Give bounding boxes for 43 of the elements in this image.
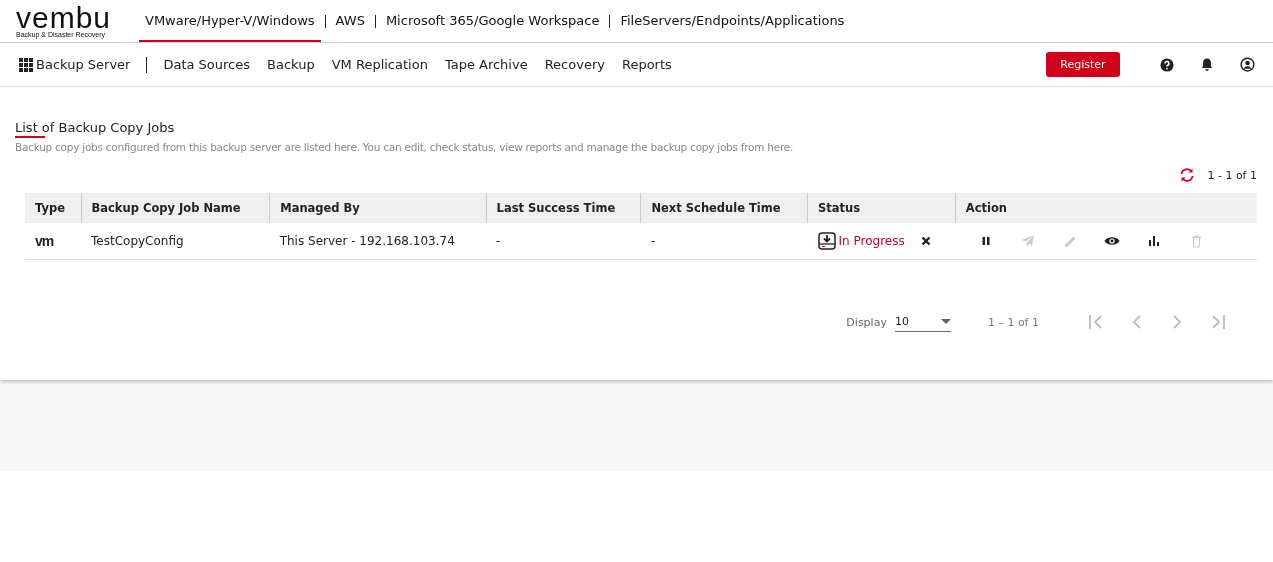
- column-header: Type: [25, 193, 82, 223]
- table-cell: -: [486, 223, 641, 260]
- grid-icon[interactable]: [19, 57, 33, 72]
- refresh-icon[interactable]: [1179, 167, 1196, 183]
- table-cell: This Server - 192.168.103.74: [269, 223, 487, 260]
- column-header: Last Success Time: [486, 193, 641, 223]
- column-header: Managed By: [269, 193, 487, 223]
- status-text: In Progress: [838, 234, 905, 248]
- nav-link[interactable]: Data Sources: [163, 57, 251, 72]
- bar-chart-icon[interactable]: [1148, 236, 1161, 246]
- help-icon[interactable]: [1160, 57, 1174, 72]
- nav-link[interactable]: Reports: [621, 57, 672, 72]
- column-header: Backup Copy Job Name: [81, 193, 270, 223]
- column-header: Status: [807, 193, 956, 223]
- record-range: 1 - 1 of 1: [1207, 168, 1257, 182]
- table-cell: TestCopyConfig: [81, 223, 270, 260]
- logo-wordmark: vembu: [16, 4, 113, 31]
- display-label: Display: [846, 315, 887, 329]
- page-size-select[interactable]: 10: [894, 312, 951, 332]
- page-title: List of Backup Copy Jobs: [15, 120, 175, 138]
- nav-link[interactable]: VM Replication: [331, 57, 428, 72]
- vmware-logo: vm: [35, 233, 54, 249]
- backup-server-link[interactable]: Backup Server: [36, 57, 131, 72]
- register-button[interactable]: Register: [1046, 52, 1120, 77]
- nav-link[interactable]: Tape Archive: [444, 57, 528, 72]
- table-cell: -: [640, 223, 808, 260]
- caret-icon[interactable]: [940, 319, 951, 324]
- column-header: Next Schedule Time: [640, 193, 808, 223]
- user-icon[interactable]: [1240, 57, 1255, 72]
- page-description: Backup copy jobs configured from this backup server are listed here. You can edit, check status, view reports and manage the backup copy jobs from here.: [15, 141, 795, 153]
- download-drive-icon: [817, 232, 836, 250]
- pause-icon[interactable]: [981, 236, 992, 246]
- bell-icon[interactable]: [1200, 57, 1214, 72]
- product-tab[interactable]: AWS: [329, 0, 371, 42]
- product-tab[interactable]: VMware/Hyper-V/Windows: [139, 0, 321, 42]
- cancel-icon[interactable]: [920, 236, 931, 246]
- page-range: 1 – 1 of 1: [987, 315, 1039, 329]
- nav-link[interactable]: Backup: [267, 57, 315, 72]
- column-header: Action: [955, 193, 1257, 223]
- product-tab[interactable]: FileServers/Endpoints/Applications: [614, 0, 851, 42]
- eye-icon[interactable]: [1104, 236, 1121, 246]
- product-tab[interactable]: Microsoft 365/Google Workspace: [379, 0, 606, 42]
- nav-link[interactable]: Recovery: [544, 57, 605, 72]
